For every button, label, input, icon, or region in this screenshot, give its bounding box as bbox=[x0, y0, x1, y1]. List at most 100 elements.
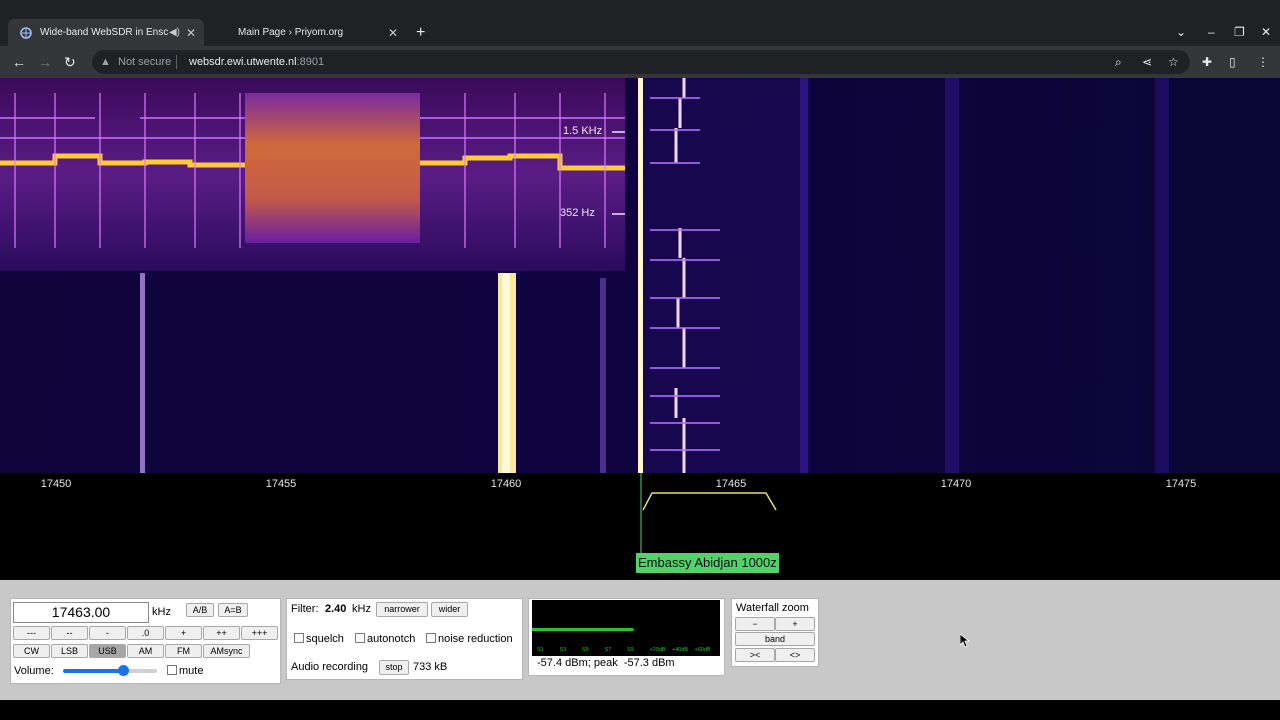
noise-reduction-checkbox-box[interactable] bbox=[426, 633, 436, 643]
tab-close-icon[interactable]: ✕ bbox=[388, 26, 398, 40]
share-icon[interactable]: ⋖ bbox=[1142, 50, 1152, 74]
autonotch-checkbox[interactable]: autonotch bbox=[355, 633, 415, 645]
zoom-wide-button[interactable]: <> bbox=[775, 648, 815, 662]
zoom-band-button[interactable]: band bbox=[735, 632, 815, 646]
signal-meter-scale-label: S7 bbox=[605, 647, 612, 653]
autonotch-label: autonotch bbox=[367, 633, 416, 645]
passband-curve bbox=[642, 492, 777, 511]
noise-reduction-checkbox[interactable]: noise reduction bbox=[426, 633, 513, 645]
mode-fm-button[interactable]: FM bbox=[165, 644, 202, 658]
zoom-in-button[interactable]: + bbox=[775, 617, 815, 631]
stop-recording-button[interactable]: stop bbox=[379, 660, 409, 675]
a-equals-b-button[interactable]: A=B bbox=[218, 603, 248, 617]
speaker-icon[interactable]: ◀) bbox=[169, 27, 180, 38]
volume-slider-fill bbox=[63, 669, 124, 673]
step-down-large-button[interactable]: --- bbox=[13, 626, 50, 640]
tuning-panel: 17463.00 kHz A/B A=B --- -- - .0 + ++ ++… bbox=[10, 598, 281, 684]
mode-usb-button[interactable]: USB bbox=[89, 644, 126, 658]
step-up-medium-button[interactable]: ++ bbox=[203, 626, 240, 640]
close-window-icon[interactable]: ✕ bbox=[1261, 25, 1271, 39]
new-tab-icon[interactable]: + bbox=[416, 24, 425, 42]
ab-button[interactable]: A/B bbox=[186, 603, 214, 617]
squelch-label: squelch bbox=[306, 633, 344, 645]
minimize-icon[interactable]: – bbox=[1208, 25, 1215, 39]
websdr-display: 1.5 KHz 352 Hz 17450 17455 17460 17465 1… bbox=[0, 78, 1280, 580]
bottom-bar bbox=[0, 700, 1280, 720]
tab-priyom[interactable]: Main Page › Priyom.org ✕ bbox=[206, 19, 406, 46]
priyom-favicon-icon bbox=[218, 26, 230, 39]
signal-trace bbox=[945, 78, 959, 473]
bookmark-star-icon[interactable]: ☆ bbox=[1168, 50, 1179, 74]
tab-close-icon[interactable]: ✕ bbox=[186, 26, 196, 40]
signal-meter: S1 S3 S5 S7 S9 +20dB +40dB +60dB bbox=[532, 600, 720, 656]
zoom-out-button[interactable]: − bbox=[735, 617, 775, 631]
tab-search-icon[interactable]: ⌄ bbox=[1176, 25, 1186, 39]
menu-icon[interactable]: ⋮ bbox=[1257, 55, 1269, 69]
signal-meter-scale-label: +40dB bbox=[672, 647, 688, 653]
step-down-small-button[interactable]: - bbox=[89, 626, 126, 640]
step-up-small-button[interactable]: + bbox=[165, 626, 202, 640]
signal-meter-scale-label: S5 bbox=[582, 647, 589, 653]
autonotch-checkbox-box[interactable] bbox=[355, 633, 365, 643]
signal-trace bbox=[800, 78, 808, 473]
url-port: :8901 bbox=[296, 56, 325, 68]
mute-label: mute bbox=[179, 665, 204, 677]
filter-panel: Filter: 2.40 kHz narrower wider squelch … bbox=[286, 598, 523, 680]
audio-spectrum-burst bbox=[245, 93, 420, 243]
forward-icon[interactable]: → bbox=[38, 54, 52, 70]
inset-label-upper: 1.5 KHz bbox=[563, 125, 603, 137]
warning-icon[interactable]: ▲ bbox=[100, 50, 111, 74]
back-icon[interactable]: ← bbox=[12, 54, 26, 70]
recording-size: 733 kB bbox=[413, 661, 448, 673]
audio-recording-label: Audio recording bbox=[291, 661, 369, 673]
tab-title: Wide-band WebSDR in Ensch bbox=[40, 27, 168, 38]
step-up-large-button[interactable]: +++ bbox=[241, 626, 278, 640]
frequency-unit: kHz bbox=[152, 606, 171, 618]
mode-amsync-button[interactable]: AMsync bbox=[203, 644, 250, 658]
volume-slider[interactable] bbox=[63, 665, 157, 676]
mode-lsb-button[interactable]: LSB bbox=[51, 644, 88, 658]
filter-label: Filter: bbox=[291, 603, 319, 615]
address-bar[interactable]: ▲ Not secure websdr.ewi.utwente.nl:8901 … bbox=[92, 50, 1190, 74]
zoom-title: Waterfall zoom bbox=[736, 602, 809, 614]
signal-meter-scale-label: S1 bbox=[537, 647, 544, 653]
tab-websdr[interactable]: Wide-band WebSDR in Ensch ◀) ✕ bbox=[8, 19, 204, 46]
mouse-cursor-shape bbox=[960, 634, 970, 648]
address-divider bbox=[176, 55, 177, 69]
volume-label: Volume: bbox=[14, 665, 54, 677]
url-text[interactable]: websdr.ewi.utwente.nl:8901 bbox=[189, 50, 324, 74]
round-frequency-button[interactable]: .0 bbox=[127, 626, 164, 640]
narrower-button[interactable]: narrower bbox=[376, 602, 428, 617]
extensions-icon[interactable]: ✚ bbox=[1202, 55, 1212, 69]
tab-strip: Wide-band WebSDR in Ensch ◀) ✕ Main Page… bbox=[0, 0, 1280, 46]
squelch-checkbox-box[interactable] bbox=[294, 633, 304, 643]
inset-label-lower: 352 Hz bbox=[560, 207, 595, 219]
mouse-cursor-icon bbox=[960, 634, 970, 648]
signal-reading: -57.4 dBm; peak -57.3 dBm bbox=[537, 657, 675, 669]
zoom-panel: Waterfall zoom − + band >< <> bbox=[731, 598, 819, 667]
signal-trace bbox=[140, 273, 145, 473]
security-label[interactable]: Not secure bbox=[118, 50, 171, 74]
restore-icon[interactable]: ❐ bbox=[1234, 25, 1245, 39]
mute-checkbox-box[interactable] bbox=[167, 665, 177, 675]
frequency-input[interactable]: 17463.00 bbox=[13, 602, 149, 623]
wider-button[interactable]: wider bbox=[431, 602, 468, 617]
mode-cw-button[interactable]: CW bbox=[13, 644, 50, 658]
reload-icon[interactable]: ↻ bbox=[64, 54, 76, 71]
side-panel-icon[interactable]: ▯ bbox=[1229, 55, 1236, 69]
waterfall[interactable] bbox=[0, 78, 1280, 473]
mode-am-button[interactable]: AM bbox=[127, 644, 164, 658]
noise-reduction-label: noise reduction bbox=[438, 633, 513, 645]
url-host: websdr.ewi.utwente.nl bbox=[189, 56, 297, 68]
station-label[interactable]: Embassy Abidjan 1000z bbox=[636, 553, 779, 573]
websdr-favicon-icon bbox=[20, 26, 32, 39]
mute-checkbox[interactable]: mute bbox=[167, 665, 203, 677]
tab-title: Main Page › Priyom.org bbox=[238, 27, 344, 38]
zoom-icon[interactable]: ⌕ bbox=[1115, 50, 1122, 74]
zoom-narrow-button[interactable]: >< bbox=[735, 648, 775, 662]
filter-width: 2.40 bbox=[325, 603, 347, 615]
signal-trace bbox=[1155, 78, 1169, 473]
squelch-checkbox[interactable]: squelch bbox=[294, 633, 344, 645]
step-down-medium-button[interactable]: -- bbox=[51, 626, 88, 640]
volume-slider-thumb[interactable] bbox=[118, 665, 130, 676]
